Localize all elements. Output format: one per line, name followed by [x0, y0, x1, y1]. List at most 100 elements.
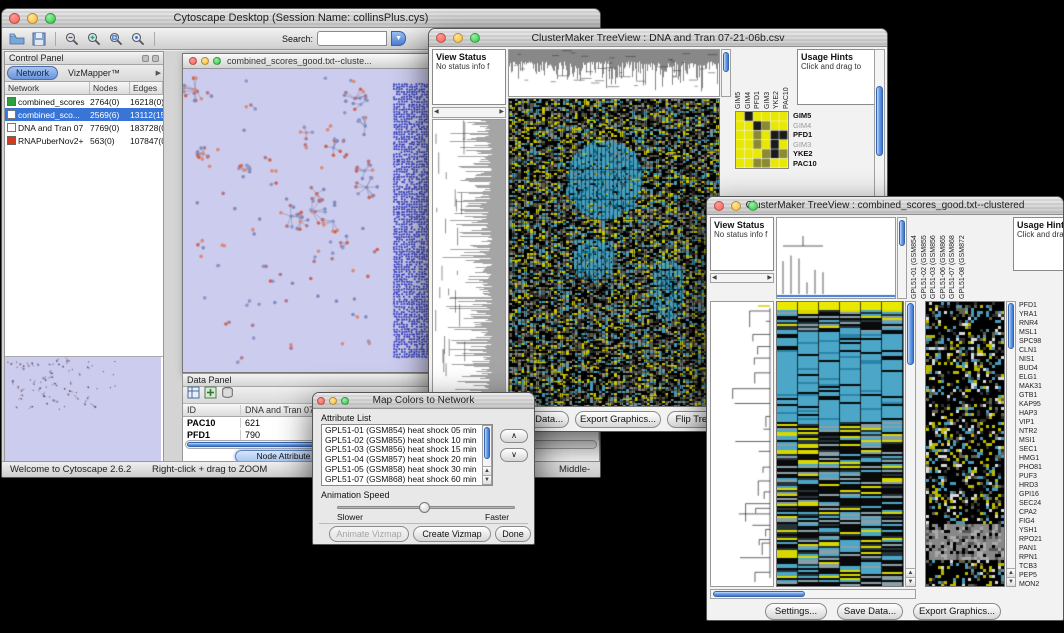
export-graphics-button[interactable]: Export Graphics...: [575, 411, 661, 428]
close-icon[interactable]: [189, 57, 197, 65]
global-heatmap[interactable]: [735, 111, 789, 169]
column-label[interactable]: GPL51-08 (GSM872: [959, 217, 969, 299]
col-network[interactable]: Network: [5, 82, 90, 94]
scroll-right-arrow-icon[interactable]: ▶: [767, 274, 772, 282]
network-graph-canvas[interactable]: [183, 69, 429, 372]
row-label[interactable]: GIM3: [793, 140, 833, 150]
animation-speed-slider[interactable]: [337, 506, 515, 509]
gene-label[interactable]: MSL1: [1019, 328, 1063, 337]
save-session-icon[interactable]: [30, 30, 48, 48]
scroll-down-arrow-icon[interactable]: ▼: [483, 475, 491, 484]
left-hscrollbar[interactable]: ◀ ▶: [432, 107, 506, 118]
gene-label[interactable]: RNR4: [1019, 319, 1063, 328]
search-dropdown-arrow[interactable]: ▼: [391, 31, 406, 46]
scroll-up-arrow-icon[interactable]: ▲: [1007, 568, 1015, 577]
attribute-create-icon[interactable]: [204, 386, 217, 404]
attribute-list-vscrollbar[interactable]: ▲ ▼: [482, 425, 492, 485]
treeview1-titlebar[interactable]: ClusterMaker TreeView : DNA and Tran 07-…: [429, 29, 887, 47]
column-label[interactable]: GPL51-02 (GSM855: [921, 217, 931, 299]
column-dendrogram-canvas[interactable]: [777, 218, 895, 298]
minimize-button[interactable]: [27, 13, 38, 24]
scroll-right-arrow-icon[interactable]: ▶: [499, 108, 504, 117]
bottom-hscrollbar[interactable]: [710, 589, 916, 599]
row-label[interactable]: YKE2: [793, 149, 833, 159]
col-nodes[interactable]: Nodes: [90, 82, 130, 94]
column-label[interactable]: GIM5: [735, 51, 745, 109]
search-input[interactable]: [317, 31, 387, 46]
row-label[interactable]: PAC10: [793, 159, 833, 169]
row-label[interactable]: GIM5: [793, 111, 833, 121]
network-row[interactable]: combined_scores 2764(0) 16218(0): [5, 95, 163, 108]
col-edges[interactable]: Edges: [130, 82, 163, 94]
zoom-button[interactable]: [470, 33, 480, 43]
gene-label[interactable]: BUD4: [1019, 364, 1063, 373]
scroll-left-arrow-icon[interactable]: ◀: [712, 274, 717, 282]
minimize-button[interactable]: [453, 33, 463, 43]
more-tabs-icon[interactable]: ▶: [156, 69, 161, 77]
network-row[interactable]: RNAPuberNov2+ 563(0) 107847(0): [5, 134, 163, 147]
open-session-icon[interactable]: [8, 30, 26, 48]
gene-label[interactable]: RPO21: [1019, 535, 1063, 544]
gene-label[interactable]: HMG1: [1019, 454, 1063, 463]
gene-label[interactable]: YSH1: [1019, 526, 1063, 535]
gene-label[interactable]: SEC1: [1019, 445, 1063, 454]
heatmap-main[interactable]: [508, 98, 720, 407]
attribute-list[interactable]: GPL51-01 (GSM854) heat shock 05 minGPL51…: [321, 424, 493, 486]
scrollbar-thumb[interactable]: [1008, 303, 1014, 349]
close-button[interactable]: [714, 201, 724, 211]
close-button[interactable]: [436, 33, 446, 43]
scroll-down-arrow-icon[interactable]: ▼: [1007, 577, 1015, 586]
scrollbar-thumb[interactable]: [713, 591, 805, 597]
gene-label[interactable]: SPC98: [1019, 337, 1063, 346]
attribute-select-icon[interactable]: [187, 386, 200, 404]
zoom-button[interactable]: [341, 397, 349, 405]
network-view-titlebar[interactable]: combined_scores_good.txt--cluste...: [183, 54, 429, 69]
export-graphics-button[interactable]: Export Graphics...: [913, 603, 1001, 620]
column-label[interactable]: GPL51-01 (GSM854: [911, 217, 921, 299]
gene-label[interactable]: PUF3: [1019, 472, 1063, 481]
column-label[interactable]: GIM3: [764, 51, 774, 109]
global-heatmap-canvas[interactable]: [736, 112, 788, 168]
zoom-selected-icon[interactable]: [129, 30, 147, 48]
global-heatmap[interactable]: [925, 301, 1005, 587]
gene-label[interactable]: TCB3: [1019, 562, 1063, 571]
heatmap-canvas[interactable]: [777, 302, 903, 586]
attribute-item[interactable]: GPL51-07 (GSM868) heat shock 60 min: [322, 475, 492, 485]
column-dendro-vscrollbar[interactable]: [721, 49, 731, 97]
column-label[interactable]: PAC10: [783, 51, 793, 109]
column-label[interactable]: GPL51-03 (GSM856: [930, 217, 940, 299]
row-label[interactable]: PFD1: [793, 130, 833, 140]
maximize-icon[interactable]: [213, 57, 221, 65]
zoom-in-icon[interactable]: [85, 30, 103, 48]
gene-label[interactable]: HRD3: [1019, 481, 1063, 490]
network-row-selected[interactable]: combined_sco... 2569(6) 13112(15): [5, 108, 163, 121]
row-dendrogram[interactable]: [710, 301, 774, 587]
scrollbar-thumb[interactable]: [723, 52, 729, 72]
map-dialog-titlebar[interactable]: Map Colors to Network: [313, 393, 534, 409]
network-overview-canvas[interactable]: [5, 357, 161, 461]
column-label[interactable]: GPL51-06 (GSM865: [940, 217, 950, 299]
tab-vizmapper[interactable]: VizMapper™: [60, 67, 128, 79]
scrollbar-thumb[interactable]: [876, 86, 883, 156]
gene-label[interactable]: RPN1: [1019, 553, 1063, 562]
gene-label[interactable]: NTR2: [1019, 427, 1063, 436]
zoom-fit-icon[interactable]: [107, 30, 125, 48]
heatmap-canvas[interactable]: [509, 99, 719, 406]
left-hscrollbar[interactable]: ◀ ▶: [710, 273, 774, 283]
network-overview-panel[interactable]: [5, 356, 163, 462]
gene-label[interactable]: GPI16: [1019, 490, 1063, 499]
row-dendrogram-canvas[interactable]: [433, 120, 505, 406]
gene-label[interactable]: YRA1: [1019, 310, 1063, 319]
gene-label[interactable]: NIS1: [1019, 355, 1063, 364]
gene-label[interactable]: ELG1: [1019, 373, 1063, 382]
gene-label[interactable]: CLN1: [1019, 346, 1063, 355]
minimize-button[interactable]: [329, 397, 337, 405]
heatmap-vscrollbar[interactable]: ▲ ▼: [905, 301, 916, 587]
animate-vizmap-button[interactable]: Animate Vizmap: [329, 526, 409, 542]
scroll-up-arrow-icon[interactable]: ▲: [906, 568, 915, 577]
global-heatmap-canvas[interactable]: [926, 302, 1004, 586]
gene-label[interactable]: GTB1: [1019, 391, 1063, 400]
gene-label[interactable]: PAN1: [1019, 544, 1063, 553]
settings-button[interactable]: Settings...: [765, 603, 827, 620]
gene-label[interactable]: FIG4: [1019, 517, 1063, 526]
